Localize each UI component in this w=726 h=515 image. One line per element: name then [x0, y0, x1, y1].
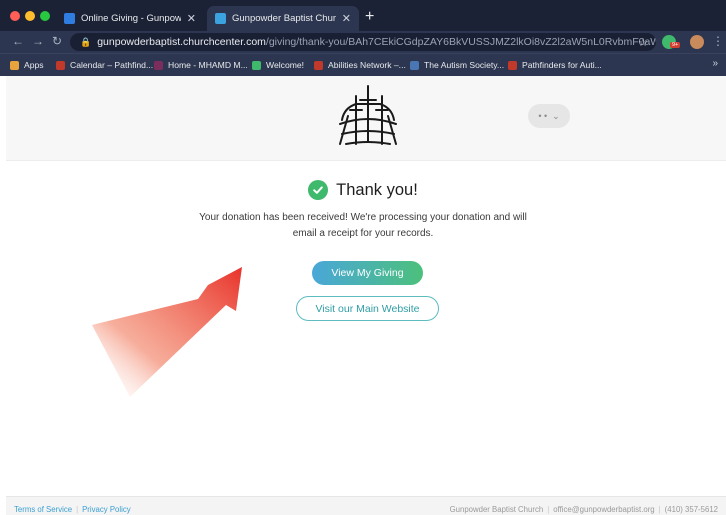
back-arrow-icon[interactable]: ←	[12, 34, 24, 48]
maximize-window-button[interactable]	[40, 11, 50, 21]
bookmark-mhamd[interactable]: Home - MHAMD M...	[154, 58, 248, 72]
reload-icon[interactable]: ↻	[52, 34, 62, 48]
tab-title: Online Giving - Gunpowder Bapti	[81, 13, 181, 24]
page-title: Thank you!	[336, 180, 418, 199]
forward-arrow-icon[interactable]: →	[32, 34, 44, 48]
profile-avatar[interactable]	[690, 35, 704, 49]
check-circle-icon	[308, 180, 329, 200]
bookmark-pathfinders[interactable]: Pathfinders for Auti...	[508, 58, 602, 72]
church-center-icon	[215, 13, 226, 24]
bookmarks-bar: Apps Calendar – Pathfind... Home - MHAMD…	[0, 53, 726, 76]
thank-you-heading: Thank you!	[0, 178, 726, 202]
visit-main-website-button[interactable]: Visit our Main Website	[296, 296, 439, 321]
kebab-menu-icon[interactable]: ⋮	[712, 34, 724, 48]
chevron-down-icon: ⌄	[552, 110, 560, 121]
url-input[interactable]: 🔒 gunpowderbaptist.churchcenter.com/givi…	[70, 33, 656, 51]
site-footer: Terms of Service | Privacy Policy Gunpowde…	[6, 496, 726, 515]
apps-grid-icon	[10, 60, 19, 70]
church-logo	[339, 85, 397, 145]
bookmark-calendar[interactable]: Calendar – Pathfind...	[56, 58, 153, 72]
calendar-icon	[56, 60, 65, 70]
account-menu-button[interactable]: • • ⌄	[528, 104, 570, 128]
extension-badge: 9+	[670, 42, 681, 48]
phone-link[interactable]: (410) 357-5612	[665, 505, 718, 514]
tab-online-giving[interactable]: Online Giving - Gunpowder Bapti ✕	[56, 6, 204, 31]
lock-icon: 🔒	[80, 36, 92, 47]
tab-title: Gunpowder Baptist Church	[232, 13, 336, 24]
bookmark-autism-society[interactable]: The Autism Society...	[410, 58, 504, 72]
privacy-policy-link[interactable]: Privacy Policy	[82, 505, 131, 514]
tab-gunpowder-baptist[interactable]: Gunpowder Baptist Church ✕	[207, 6, 359, 31]
bookmark-apps[interactable]: Apps	[10, 58, 44, 72]
close-icon[interactable]: ✕	[342, 12, 351, 25]
email-link[interactable]: office@gunpowderbaptist.org	[553, 505, 654, 514]
document-icon	[64, 13, 75, 24]
close-icon[interactable]: ✕	[187, 12, 196, 25]
address-bar-row: ← → ↻ 🔒 gunpowderbaptist.churchcenter.co…	[0, 31, 726, 53]
more-bookmarks-chevron[interactable]: »	[712, 58, 718, 69]
tab-bar: Online Giving - Gunpowder Bapti ✕ Gunpow…	[0, 0, 726, 31]
confirmation-message: Your donation has been received! We're p…	[199, 212, 527, 239]
bookmark-welcome[interactable]: Welcome!	[252, 58, 304, 72]
abilities-icon	[314, 60, 323, 70]
bookmark-abilities-network[interactable]: Abilities Network –...	[314, 58, 406, 72]
autism-society-icon	[410, 60, 419, 70]
church-name: Gunpowder Baptist Church	[449, 505, 544, 514]
url-path: /giving/thank-you/BAh7CEkiCGdpZAY6BkVUSS…	[265, 36, 656, 48]
annotation-arrow-icon	[92, 267, 242, 397]
welcome-icon	[252, 60, 261, 70]
browser-chrome: Online Giving - Gunpowder Bapti ✕ Gunpow…	[0, 0, 726, 76]
close-window-button[interactable]	[10, 11, 20, 21]
star-icon[interactable]: ☆	[638, 36, 648, 49]
terms-of-service-link[interactable]: Terms of Service	[14, 505, 72, 514]
site-header: • • ⌄	[6, 76, 726, 161]
new-tab-button[interactable]: +	[365, 8, 374, 26]
view-my-giving-button[interactable]: View My Giving	[312, 261, 423, 285]
minimize-window-button[interactable]	[25, 11, 35, 21]
avatar-face-icon: • •	[538, 111, 548, 121]
mhamd-icon	[154, 60, 163, 70]
pathfinders-icon	[508, 60, 517, 70]
url-domain: gunpowderbaptist.churchcenter.com	[97, 36, 266, 48]
